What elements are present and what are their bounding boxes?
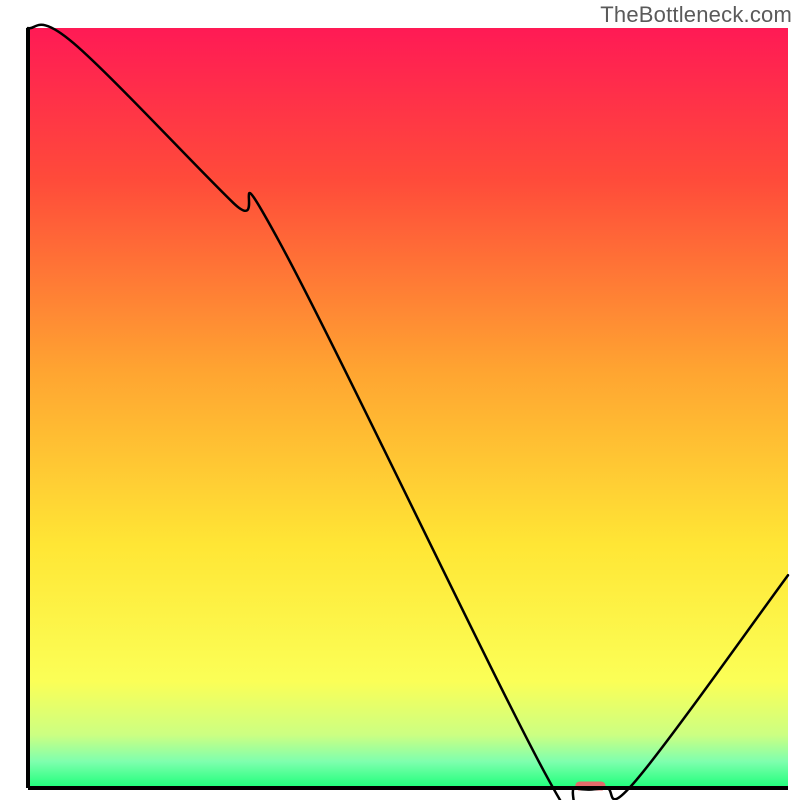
plot-area	[28, 25, 788, 800]
bottleneck-chart	[0, 0, 800, 800]
chart-container: TheBottleneck.com	[0, 0, 800, 800]
gradient-background	[28, 28, 788, 788]
watermark-text: TheBottleneck.com	[600, 2, 792, 28]
